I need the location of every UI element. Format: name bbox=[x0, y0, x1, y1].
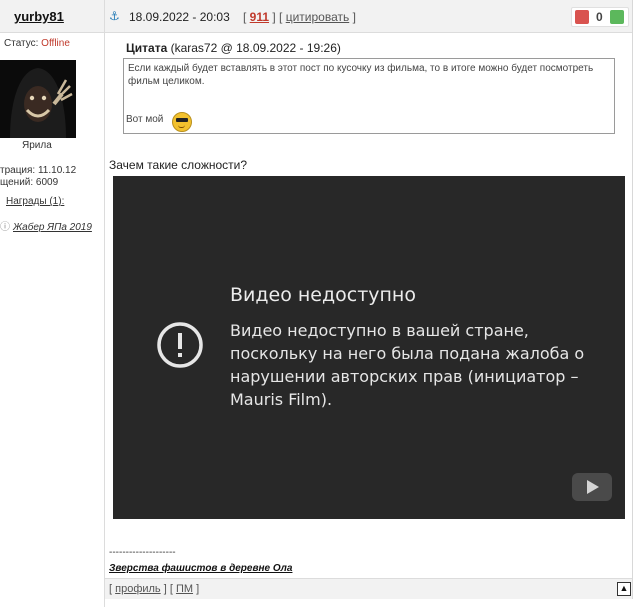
thumbs-down-icon[interactable] bbox=[575, 10, 589, 24]
quote-footer: Вот мой bbox=[126, 114, 164, 125]
vote-count: 0 bbox=[596, 10, 603, 24]
profile-link[interactable]: профиль bbox=[115, 583, 161, 595]
youtube-logo-icon[interactable] bbox=[572, 473, 612, 501]
signature-link[interactable]: Зверства фашистов в деревне Ола bbox=[109, 563, 292, 574]
quote-title: Цитата (karas72 @ 18.09.2022 - 19:26) bbox=[126, 41, 341, 55]
quote-text: Если каждый будет вставлять в этот пост … bbox=[128, 63, 594, 87]
signature-divider: -------------------- bbox=[109, 547, 176, 558]
post-header: ⚓ 18.09.2022 - 20:03 [ 911 ] [ цитироват… bbox=[105, 0, 632, 33]
status-value: Offline bbox=[41, 38, 70, 49]
footer-links: [ профиль ] [ ПМ ] bbox=[109, 583, 200, 595]
user-status: Статус: Offline bbox=[4, 38, 70, 49]
user-panel: yurby81 Статус: Offline Ярила трация: 11… bbox=[0, 0, 105, 607]
post-message: Зачем такие сложности? bbox=[109, 158, 248, 172]
quote-label: Цитата bbox=[126, 41, 168, 55]
post-meta: [ 911 ] [ цитировать ] bbox=[243, 10, 356, 24]
vote-widget: 0 bbox=[571, 7, 629, 27]
awards-link[interactable]: Награды (1): bbox=[6, 196, 64, 207]
post-number-link[interactable]: 911 bbox=[250, 10, 269, 24]
video-unavailable-text: Видео недоступно в вашей стране, посколь… bbox=[230, 321, 585, 409]
status-label: Статус: bbox=[4, 38, 39, 49]
alert-icon bbox=[157, 322, 203, 368]
user-stats: трация: 11.10.12 щений: 6009 bbox=[0, 165, 76, 189]
avatar[interactable] bbox=[0, 60, 76, 138]
scroll-top-icon[interactable]: ▲ bbox=[617, 582, 631, 596]
cool-smiley-icon bbox=[172, 112, 192, 132]
pm-link[interactable]: ПМ bbox=[176, 583, 193, 595]
quote-box: Если каждый будет вставлять в этот пост … bbox=[123, 58, 615, 134]
award-item[interactable]: ⓘ Жабер ЯПа 2019 bbox=[0, 218, 92, 233]
post-footer: [ профиль ] [ ПМ ] ▲ bbox=[105, 578, 632, 599]
registration-date: трация: 11.10.12 bbox=[0, 165, 77, 176]
award-name[interactable]: Жабер ЯПа 2019 bbox=[13, 222, 92, 233]
thumbs-up-icon[interactable] bbox=[610, 10, 624, 24]
anchor-icon[interactable]: ⚓ bbox=[109, 10, 121, 22]
avatar-image bbox=[0, 60, 76, 138]
avatar-caption: Ярила bbox=[22, 140, 52, 151]
award-icon: ⓘ bbox=[0, 222, 10, 233]
video-unavailable-title: Видео недоступно bbox=[230, 284, 416, 306]
quote-link[interactable]: цитировать bbox=[286, 10, 350, 24]
message-count: щений: 6009 bbox=[0, 177, 59, 188]
post-datetime: 18.09.2022 - 20:03 bbox=[129, 10, 230, 24]
embedded-video[interactable]: Видео недоступно Видео недоступно в ваше… bbox=[113, 176, 625, 519]
username-link[interactable]: yurby81 bbox=[14, 9, 64, 24]
quote-source: (karas72 @ 18.09.2022 - 19:26) bbox=[170, 41, 341, 55]
